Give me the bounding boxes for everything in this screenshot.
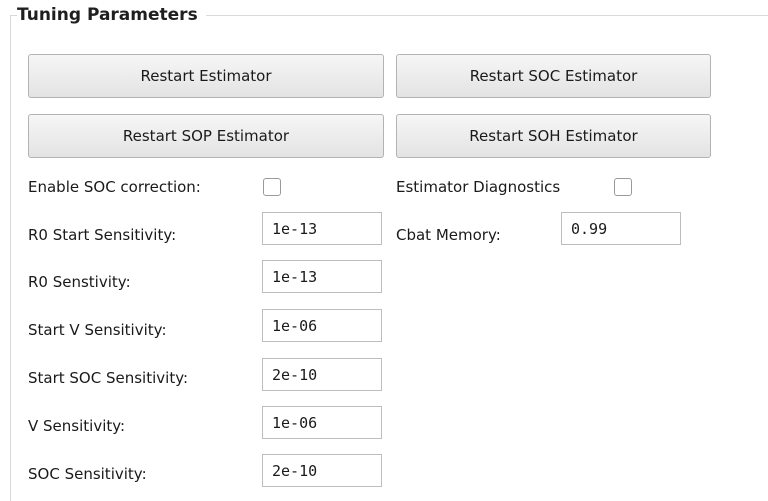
tuning-parameters-panel: Tuning Parameters Restart Estimator Rest… <box>0 0 768 501</box>
v-sensitivity-input[interactable] <box>262 406 382 439</box>
start-v-sensitivity-input[interactable] <box>262 309 382 342</box>
r0-start-sensitivity-input[interactable] <box>262 212 382 245</box>
start-soc-sensitivity-label: Start SOC Sensitivity: <box>28 369 189 387</box>
enable-soc-correction-label: Enable SOC correction: <box>28 178 201 196</box>
restart-estimator-button[interactable]: Restart Estimator <box>28 54 384 98</box>
group-title: Tuning Parameters <box>17 4 206 26</box>
estimator-diagnostics-checkbox[interactable] <box>614 178 632 196</box>
start-soc-sensitivity-input[interactable] <box>262 358 382 391</box>
estimator-diagnostics-label: Estimator Diagnostics <box>396 178 561 196</box>
cbat-memory-input[interactable] <box>561 212 681 245</box>
restart-soh-estimator-button[interactable]: Restart SOH Estimator <box>396 114 711 158</box>
restart-sop-estimator-button[interactable]: Restart SOP Estimator <box>28 114 384 158</box>
group-frame-left <box>10 15 11 501</box>
soc-sensitivity-input[interactable] <box>262 454 382 487</box>
r0-senstivity-label: R0 Senstivity: <box>28 273 131 291</box>
enable-soc-correction-checkbox[interactable] <box>263 178 281 196</box>
restart-soc-estimator-button[interactable]: Restart SOC Estimator <box>396 54 711 98</box>
soc-sensitivity-label: SOC Sensitivity: <box>28 465 147 483</box>
cbat-memory-label: Cbat Memory: <box>396 226 501 244</box>
r0-start-sensitivity-label: R0 Start Sensitivity: <box>28 226 177 244</box>
start-v-sensitivity-label: Start V Sensitivity: <box>28 321 167 339</box>
r0-senstivity-input[interactable] <box>262 260 382 293</box>
v-sensitivity-label: V Sensitivity: <box>28 417 126 435</box>
